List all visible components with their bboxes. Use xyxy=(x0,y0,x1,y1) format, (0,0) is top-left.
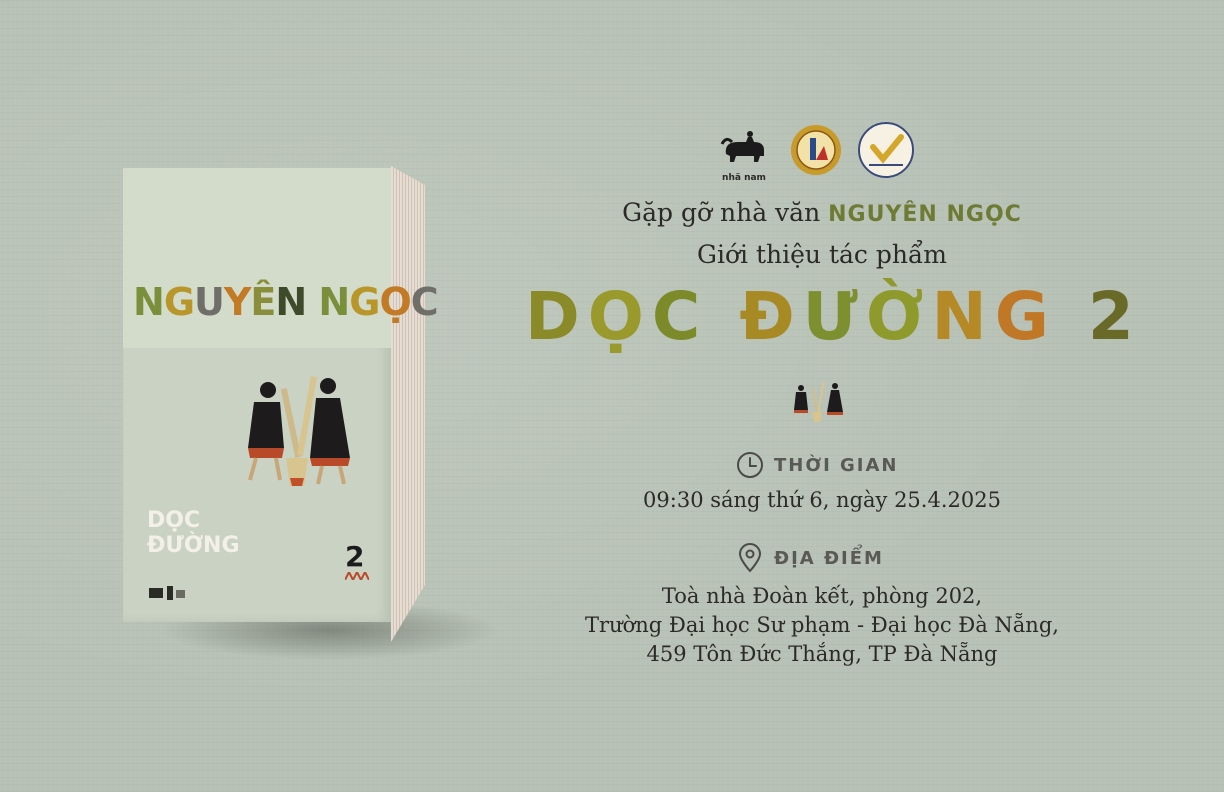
cover-author-letter: Ê xyxy=(250,280,276,324)
title-letter: Ọ xyxy=(587,278,652,355)
title-letter: G xyxy=(994,278,1057,355)
cover-author-letter: Y xyxy=(223,280,252,324)
title-letter: Ư xyxy=(802,278,866,355)
cover-author-letter: N xyxy=(275,280,307,324)
cover-author-letter: N xyxy=(318,280,350,324)
title-letter xyxy=(1057,278,1088,355)
cover-author-letter: N xyxy=(133,280,165,324)
book-title-line-2: ĐƯỜNG xyxy=(147,533,240,558)
intro-line: Gặp gỡ nhà văn NGUYÊN NGỌC xyxy=(0,198,1224,227)
book-front-cover: NGUYÊN NGỌC DỌC ĐƯỜNG 2 xyxy=(123,168,439,622)
cover-author-letter: U xyxy=(194,280,225,324)
intro-prefix: Gặp gỡ nhà văn xyxy=(622,198,821,227)
book-pages-edge xyxy=(391,166,425,642)
volume-pattern-decoration xyxy=(345,572,369,580)
location-pin-icon xyxy=(738,543,762,573)
title-letter: 2 xyxy=(1087,278,1142,355)
title-letter: Đ xyxy=(739,278,803,355)
nha-nam-logo: nhã nam xyxy=(720,128,768,184)
cover-author-letter: C xyxy=(410,280,439,324)
title-letter: Ờ xyxy=(865,278,932,355)
clock-icon xyxy=(737,452,763,478)
address-line-1: Toà nhà Đoàn kết, phòng 202, xyxy=(661,584,983,608)
book-title-line-1: DỌC xyxy=(147,508,201,533)
title-letter xyxy=(708,278,739,355)
nha-nam-logo-text: nhã nam xyxy=(722,173,766,183)
title-letter: C xyxy=(651,278,709,355)
university-emblem-logo xyxy=(791,125,841,175)
cover-author-letter: G xyxy=(349,280,380,324)
place-heading-label: ĐỊA ĐIỂM xyxy=(774,547,884,569)
address-line-2: Trường Đại học Sư phạm - Đại học Đà Nẵng… xyxy=(585,613,1059,637)
cover-author-letter: G xyxy=(163,280,195,324)
place-section-heading: ĐỊA ĐIỂM xyxy=(736,543,884,573)
address-line-3: 459 Tôn Đức Thắng, TP Đà Nẵng xyxy=(646,642,998,666)
book-cover-title: DỌC ĐƯỜNG xyxy=(147,508,240,558)
book-author-title: NGUYÊN NGỌC xyxy=(133,280,439,324)
subtitle-line: Giới thiệu tác phẩm xyxy=(697,240,947,269)
writer-name: NGUYÊN NGỌC xyxy=(828,202,1022,227)
title-letter: N xyxy=(931,278,995,355)
cover-author-letter: Ọ xyxy=(379,280,411,324)
time-section-heading: THỜI GIAN xyxy=(736,450,899,480)
book-volume-number: 2 xyxy=(345,540,365,573)
title-letter: D xyxy=(525,278,588,355)
women-pounding-rice-illustration xyxy=(248,376,350,486)
cover-author-letter xyxy=(306,280,318,324)
book-title-heading: DỌC ĐƯỜNG 2 xyxy=(525,278,1142,356)
book-cover-mockup: NGUYÊN NGỌC DỌC ĐƯỜNG 2 xyxy=(120,160,500,660)
cover-publisher-logo xyxy=(149,586,185,600)
literature-arts-association-logo xyxy=(858,122,914,178)
buffalo-rider-icon xyxy=(720,131,764,162)
event-time: 09:30 sáng thứ 6, ngày 25.4.2025 xyxy=(643,488,1001,512)
event-address: Toà nhà Đoàn kết, phòng 202, Trường Đại … xyxy=(420,582,1224,669)
small-women-illustration xyxy=(794,382,843,422)
time-heading-label: THỜI GIAN xyxy=(774,454,899,476)
